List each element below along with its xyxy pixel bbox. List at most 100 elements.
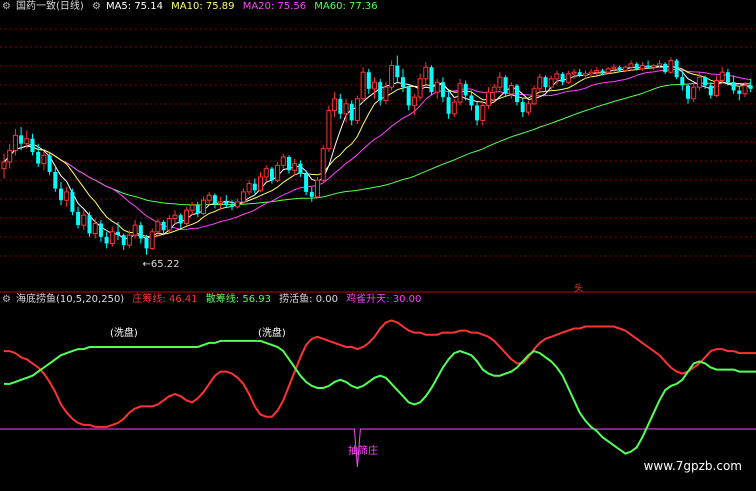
candle-body [7, 149, 13, 163]
zhuang-label: 庄筹线: 46.41 [132, 294, 198, 305]
candle-body [24, 138, 30, 145]
candle-body [189, 204, 195, 211]
candle-body [605, 68, 611, 73]
candle-body [246, 183, 252, 193]
candle-body [349, 103, 354, 121]
candle-body [457, 83, 463, 103]
candle-body [651, 65, 657, 68]
gear-icon[interactable]: ⚙ [2, 294, 11, 305]
candle-body [1, 161, 7, 170]
candle-body [354, 98, 360, 121]
candle-body [36, 152, 41, 164]
candle-body [70, 191, 75, 212]
candle-body [708, 85, 713, 96]
fish-label: 捞活鱼: 0.00 [279, 294, 338, 305]
candle-body [395, 65, 400, 78]
main-legend: ⚙ 国药一致(日线) ⚙ MA5: 75.14 MA10: 75.89 MA20: … [2, 1, 383, 13]
candle-body [639, 65, 645, 70]
chart-canvas: ←65.22 (洗盘) (洗盘) 抽筛庄 头 [0, 28, 756, 468]
gear-icon[interactable]: ⚙ [92, 1, 101, 12]
candle-body [332, 98, 338, 111]
candle-body [19, 135, 24, 144]
san-line [4, 339, 756, 455]
candle-body [691, 86, 697, 100]
gear-icon[interactable]: ⚙ [2, 1, 11, 12]
candle-body [423, 66, 429, 80]
candle-body [166, 218, 172, 231]
candle-body [315, 179, 320, 198]
candle-body [172, 214, 178, 220]
candle-body [571, 71, 577, 75]
wash-label-1: (洗盘) [110, 326, 138, 339]
candle-body [497, 76, 503, 88]
candle-body [360, 71, 366, 100]
ma5-line [3, 65, 751, 240]
candle-body [343, 103, 349, 115]
candle-body [411, 96, 417, 106]
indicator-lines [0, 319, 756, 468]
candle-body [617, 67, 622, 71]
candle-body [178, 215, 183, 224]
candle-body [491, 86, 497, 93]
candle-body [508, 84, 514, 95]
candle-body [469, 95, 474, 106]
candle-body [144, 238, 149, 249]
candle-body [41, 154, 47, 165]
candle-body [577, 72, 582, 76]
candle-body [582, 73, 588, 77]
candle-body [149, 231, 155, 249]
top-marker-label: 头 [574, 283, 583, 294]
candle-body [646, 65, 651, 68]
candle-body [480, 104, 486, 121]
candle-body [269, 168, 274, 181]
candle-body [737, 90, 742, 94]
candle-body [548, 78, 554, 88]
candle-body [30, 138, 35, 152]
candle-body [389, 65, 395, 88]
candle-body [309, 191, 314, 197]
candle-body [59, 188, 63, 201]
candle-body [326, 109, 332, 150]
candle-body [47, 155, 52, 172]
candle-body [600, 70, 605, 73]
candle-body [298, 163, 303, 174]
main-title: 国药一致(日线) [15, 1, 84, 12]
sub-legend: ⚙ 海底捞鱼(10,5,20,250) 庄筹线: 46.41 散筹线: 56.93… [2, 294, 426, 306]
candle-body [109, 231, 115, 244]
candle-body [446, 97, 451, 114]
candle-body [104, 236, 109, 244]
sub-title: 海底捞鱼(10,5,20,250) [15, 294, 125, 305]
candle-body [183, 209, 189, 224]
candle-body [417, 78, 423, 98]
candle-body [674, 60, 679, 78]
candle-body [195, 205, 200, 214]
candle-body [657, 63, 662, 67]
low-price-label: ←65.22 [143, 259, 180, 270]
candle-body [304, 173, 309, 192]
candle-body [338, 98, 343, 114]
san-label: 散筹线: 56.93 [205, 294, 271, 305]
candle-body [725, 72, 730, 83]
candle-body [201, 199, 206, 215]
ma10-label: MA10: 75.89 [171, 1, 235, 12]
dip-label: 抽筛庄 [348, 444, 378, 457]
candle-body [138, 225, 143, 239]
candle-body [258, 176, 263, 191]
candle-body [475, 105, 480, 121]
candle-body [126, 234, 132, 246]
candle-body [719, 71, 725, 82]
candle-body [64, 191, 70, 201]
candle-body [463, 83, 468, 96]
candle-body [594, 70, 600, 73]
candle-body [406, 87, 411, 106]
candle-body [560, 73, 565, 83]
candle-body [206, 194, 212, 201]
candle-body [429, 67, 434, 93]
candle-body [634, 63, 639, 69]
candle-body [287, 156, 291, 171]
candle-body [92, 222, 98, 234]
candle-body [87, 215, 92, 234]
ma10-line [3, 65, 751, 238]
candle-body [434, 81, 440, 93]
candle-body [212, 195, 217, 204]
